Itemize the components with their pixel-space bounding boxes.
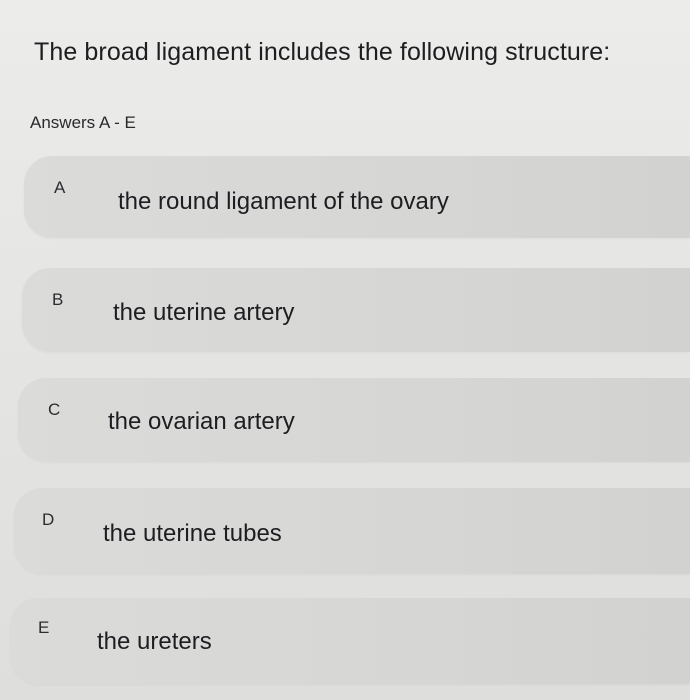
quiz-page: The broad ligament includes the followin… bbox=[0, 0, 690, 700]
option-text: the uterine artery bbox=[113, 299, 295, 326]
answers-label: Answers A - E bbox=[30, 113, 136, 132]
option-letter: A bbox=[54, 178, 66, 197]
option-letter: E bbox=[38, 618, 50, 637]
answer-option-d[interactable]: D the uterine tubes bbox=[14, 488, 690, 574]
answer-option-c[interactable]: C the ovarian artery bbox=[18, 378, 690, 462]
option-letter: C bbox=[48, 400, 61, 419]
answer-option-a[interactable]: A the round ligament of the ovary bbox=[24, 156, 690, 238]
option-letter: B bbox=[52, 290, 64, 309]
question-text: The broad ligament includes the followin… bbox=[34, 38, 611, 66]
answer-option-b[interactable]: B the uterine artery bbox=[22, 268, 690, 352]
option-text: the round ligament of the ovary bbox=[118, 188, 449, 215]
answer-option-e[interactable]: E the ureters bbox=[10, 598, 690, 684]
option-text: the ureters bbox=[97, 628, 212, 655]
option-letter: D bbox=[42, 510, 55, 529]
option-text: the ovarian artery bbox=[108, 408, 295, 435]
option-text: the uterine tubes bbox=[103, 520, 282, 547]
